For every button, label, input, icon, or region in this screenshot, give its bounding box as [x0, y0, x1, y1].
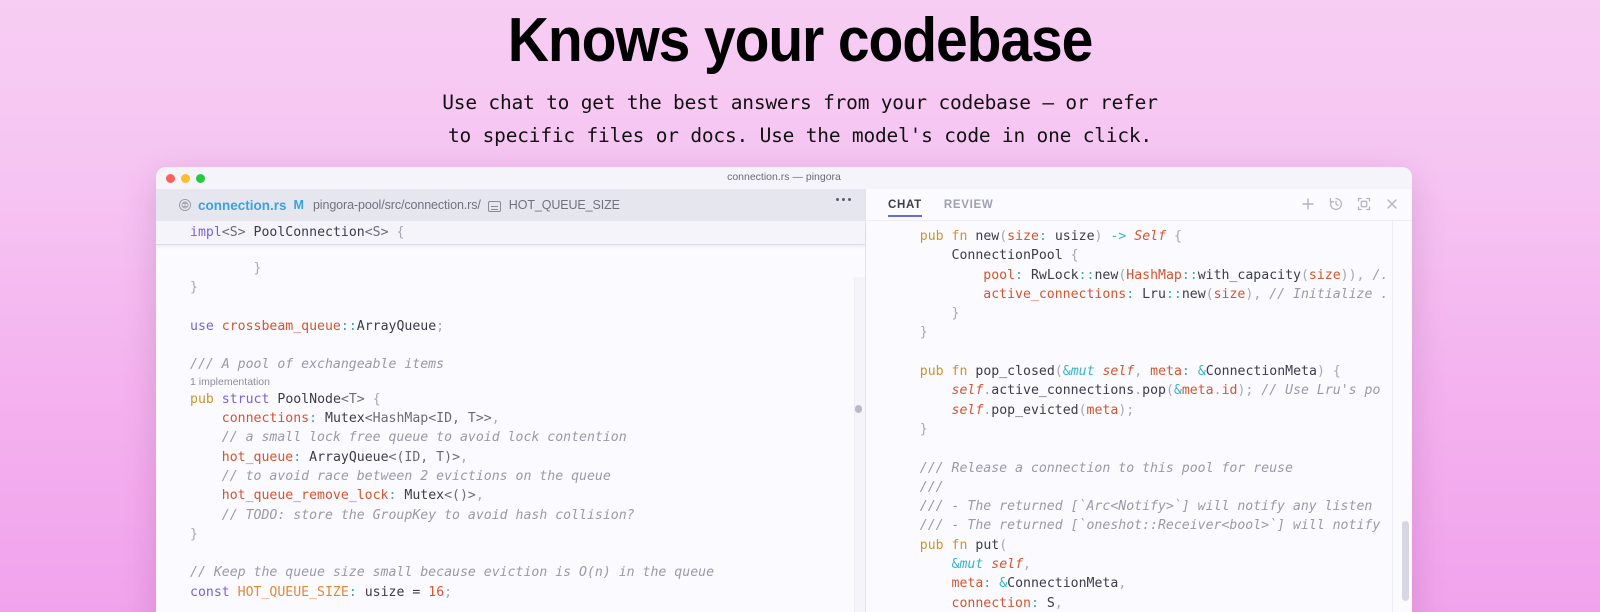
- editor-code-area[interactable]: } } use crossbeam_queue::ArrayQueue; ///…: [156, 221, 865, 612]
- chat-scrollbar-track[interactable]: [1392, 221, 1412, 612]
- chat-code-block: pub fn new(size: usize) -> Self { Connec…: [919, 229, 1389, 611]
- breadcrumb-path[interactable]: pingora-pool/src/connection.rs/: [313, 198, 481, 212]
- new-chat-icon[interactable]: [1300, 196, 1316, 212]
- sticky-scroll-text: impl<S> PoolConnection<S> {: [190, 224, 405, 240]
- page-title: Knows your codebase: [507, 6, 1094, 75]
- history-icon[interactable]: [1328, 196, 1344, 212]
- tab-review[interactable]: REVIEW: [944, 192, 994, 217]
- dot: [836, 198, 839, 201]
- sticky-scroll-header[interactable]: impl<S> PoolConnection<S> {: [156, 221, 865, 245]
- subtitle-line-1: Use chat to get the best answers from yo…: [442, 91, 1158, 115]
- close-icon[interactable]: [1384, 196, 1400, 212]
- code-block: } } use crossbeam_queue::ArrayQueue; ///…: [190, 261, 445, 373]
- chat-actions: [1300, 196, 1400, 212]
- chat-pane: CHAT REVIEW pub fn new(size: usize) -> S…: [866, 189, 1412, 612]
- editor-scrollbar[interactable]: [853, 277, 864, 612]
- expand-icon[interactable]: [1356, 196, 1372, 212]
- dot: [848, 198, 851, 201]
- codelens-implementations[interactable]: 1 implementation: [190, 375, 865, 390]
- breadcrumb[interactable]: connection.rs M pingora-pool/src/connect…: [156, 189, 865, 221]
- modified-badge: M: [293, 198, 304, 212]
- window-titlebar: connection.rs — pingora: [156, 167, 1412, 189]
- editor-window: connection.rs — pingora connection.rs M …: [156, 167, 1412, 612]
- more-actions-button[interactable]: [836, 198, 851, 201]
- chat-scrollbar-thumb[interactable]: [1402, 521, 1409, 601]
- chat-code-preview[interactable]: pub fn new(size: usize) -> Self { Connec…: [866, 221, 1412, 612]
- editor-scrollbar-thumb[interactable]: [855, 405, 862, 413]
- window-title: connection.rs — pingora: [727, 171, 841, 183]
- code-block-struct: pub struct PoolNode<T> { connections: Mu…: [190, 391, 715, 600]
- subtitle-line-2: to specific files or docs. Use the model…: [448, 123, 1152, 147]
- rust-icon: [178, 198, 192, 212]
- constant-symbol-icon: [487, 200, 501, 212]
- chat-tab-bar: CHAT REVIEW: [866, 189, 1412, 221]
- page-subtitle: Use chat to get the best answers from yo…: [0, 87, 1600, 151]
- breadcrumb-file-name[interactable]: connection.rs: [198, 198, 287, 213]
- breadcrumb-symbol[interactable]: HOT_QUEUE_SIZE: [509, 198, 620, 212]
- hero-section: Knows your codebase Use chat to get the …: [0, 0, 1600, 152]
- tab-chat[interactable]: CHAT: [888, 192, 922, 217]
- window-body: connection.rs M pingora-pool/src/connect…: [156, 189, 1412, 612]
- dot: [842, 198, 845, 201]
- code-editor-pane: connection.rs M pingora-pool/src/connect…: [156, 189, 866, 612]
